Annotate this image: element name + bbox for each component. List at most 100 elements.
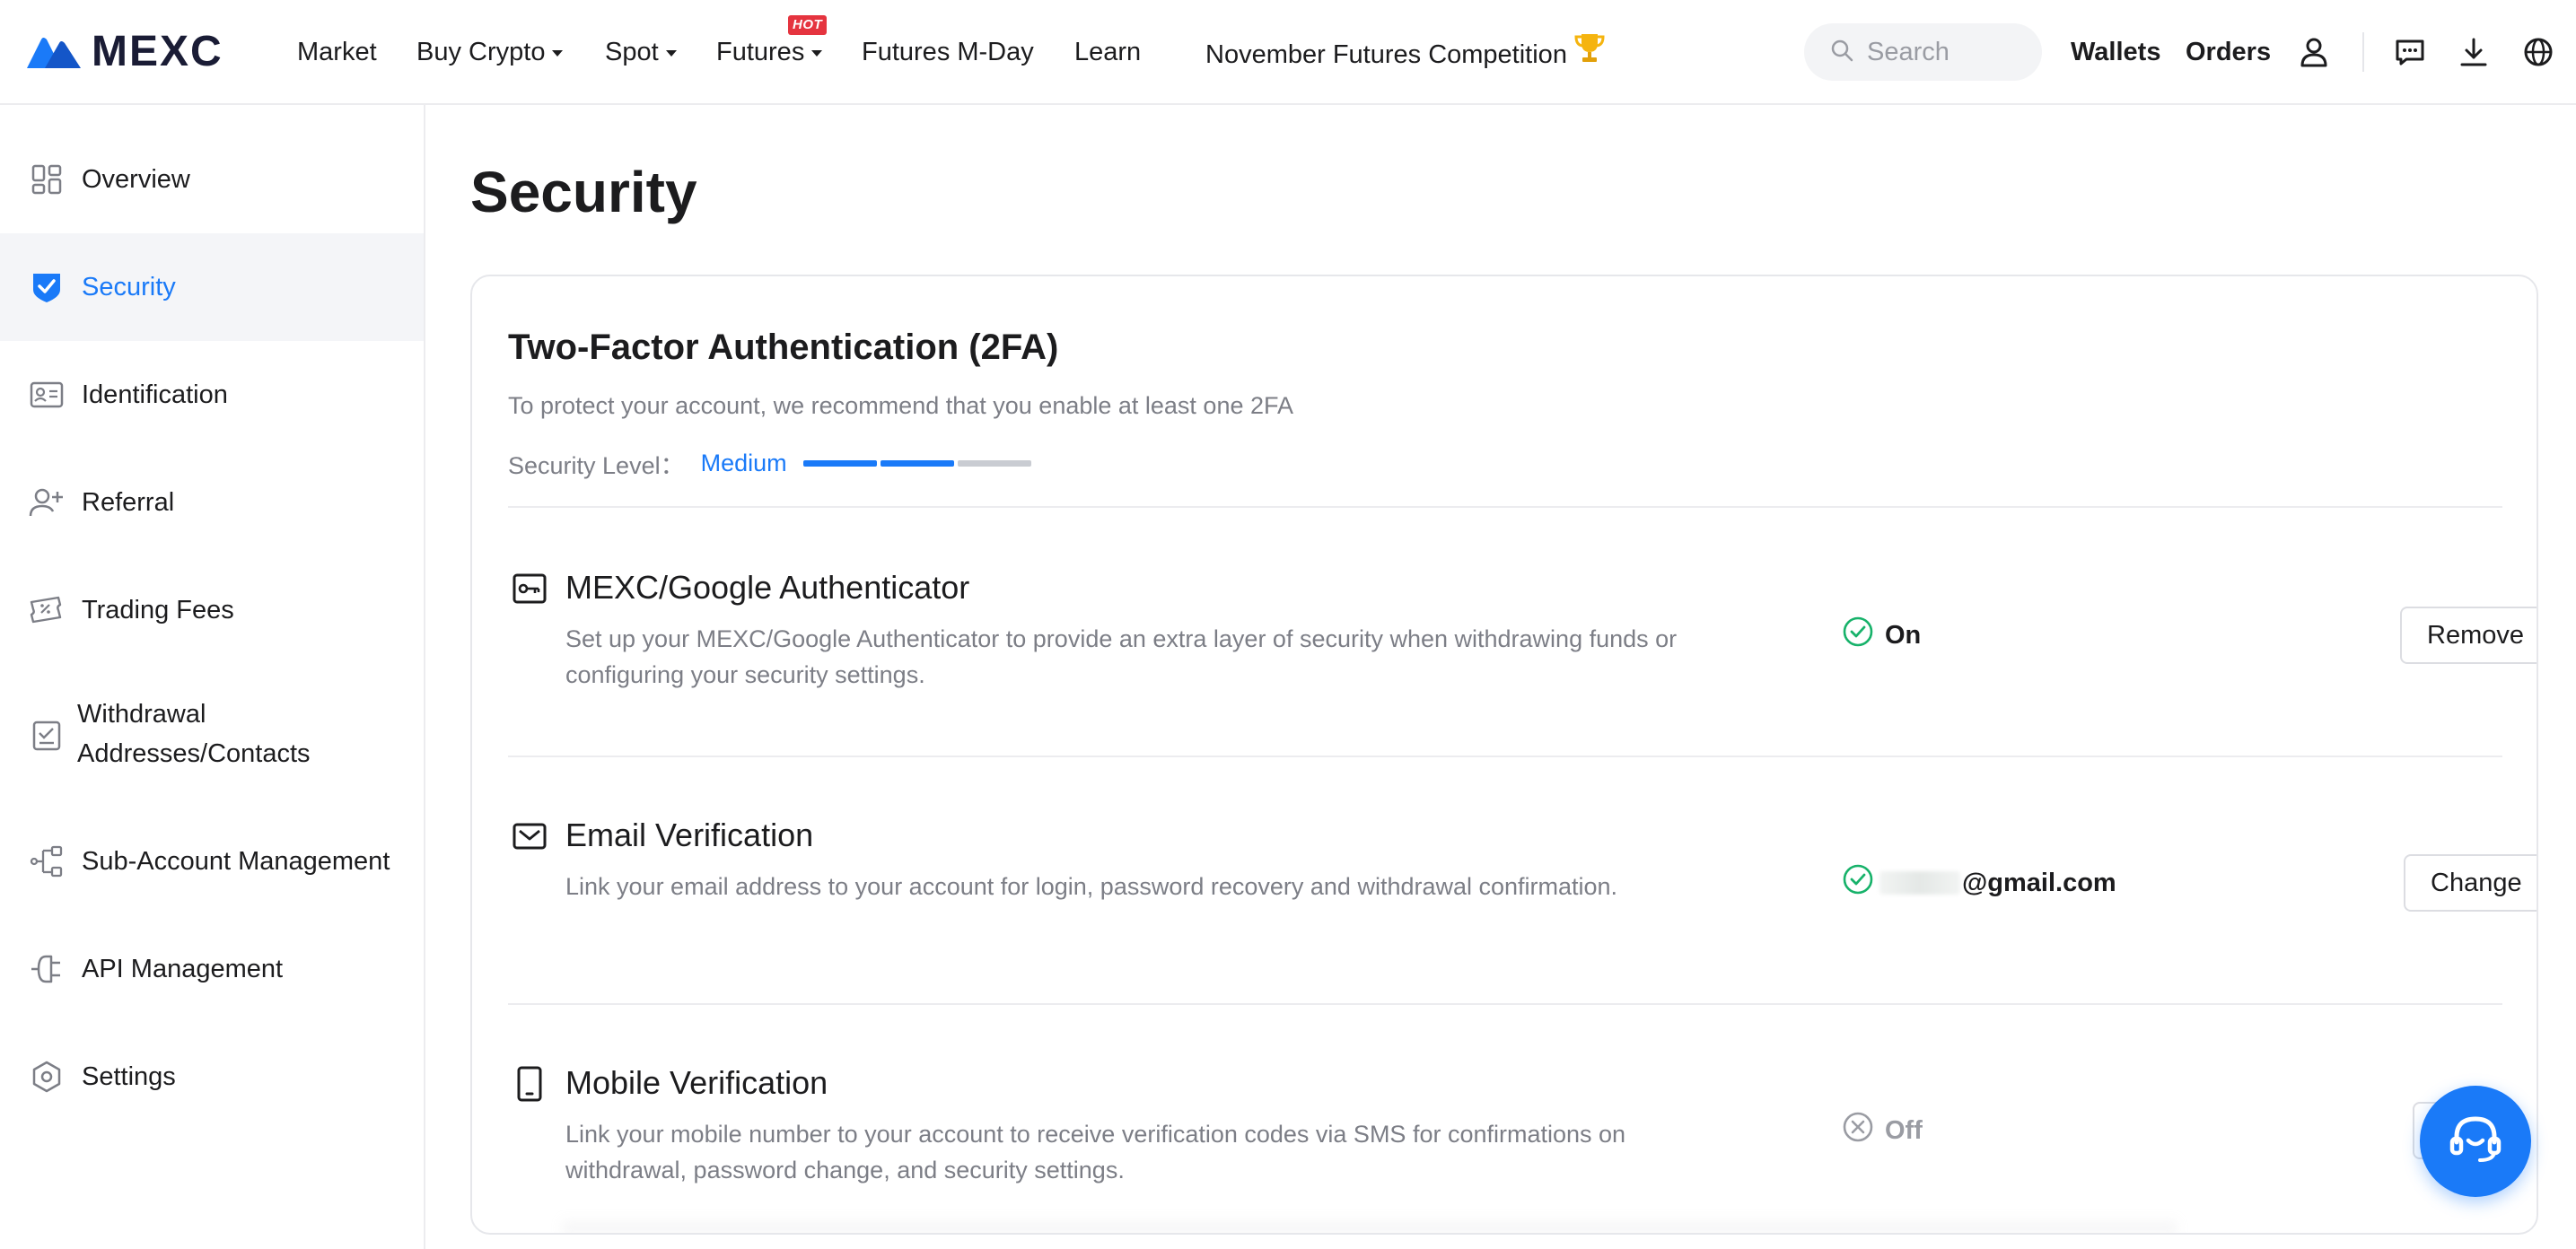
top-navigation: MEXC Market Buy Crypto Spot Futures HOT … bbox=[0, 0, 2576, 105]
security-level-segment bbox=[957, 459, 1031, 467]
status-text: On bbox=[1885, 620, 1922, 650]
security-level-bar bbox=[802, 459, 1031, 467]
search-input[interactable] bbox=[1867, 37, 2028, 67]
sidebar-item-label: Identification bbox=[82, 380, 228, 409]
sidebar-item-sub-account[interactable]: Sub-Account Management bbox=[0, 808, 424, 915]
sidebar-item-label: Settings bbox=[82, 1062, 176, 1091]
search-icon bbox=[1829, 38, 1854, 67]
nav-spot[interactable]: Spot bbox=[605, 31, 677, 74]
remove-authenticator-button[interactable]: Remove bbox=[2400, 607, 2537, 664]
wallets-link[interactable]: Wallets bbox=[2071, 31, 2160, 74]
page-title: Security bbox=[470, 160, 697, 224]
grid-icon bbox=[29, 162, 65, 197]
redacted-email-mask bbox=[1879, 871, 1960, 895]
nav-futures[interactable]: Futures bbox=[716, 31, 823, 74]
chevron-down-icon bbox=[665, 49, 677, 57]
sidebar-item-label: Sub-Account Management bbox=[82, 847, 390, 876]
change-email-button[interactable]: Change bbox=[2404, 854, 2537, 912]
two-factor-title: Two-Factor Authentication (2FA) bbox=[508, 328, 1059, 367]
status-text: Off bbox=[1885, 1115, 1923, 1145]
orders-link[interactable]: Orders bbox=[2186, 31, 2271, 74]
security-level-value: Medium bbox=[700, 449, 787, 476]
id-card-icon bbox=[29, 377, 65, 413]
method-description: Link your email address to your account … bbox=[565, 873, 1618, 900]
sidebar-item-overview[interactable]: Overview bbox=[0, 126, 424, 233]
check-circle-icon bbox=[1842, 616, 1874, 655]
shield-icon bbox=[29, 269, 65, 305]
checklist-icon bbox=[29, 718, 65, 754]
hierarchy-icon bbox=[29, 843, 65, 879]
nav-market[interactable]: Market bbox=[297, 31, 377, 74]
hot-badge: HOT bbox=[788, 15, 828, 35]
globe-icon[interactable] bbox=[2520, 34, 2556, 70]
sidebar-item-trading-fees[interactable]: Trading Fees bbox=[0, 556, 424, 664]
security-level: Security Level： Medium bbox=[508, 443, 1031, 483]
sidebar-item-label: Trading Fees bbox=[82, 596, 234, 624]
user-icon[interactable] bbox=[2296, 34, 2332, 70]
divider bbox=[508, 756, 2502, 757]
status-badge: On bbox=[1842, 616, 1921, 655]
sidebar-item-label: Overview bbox=[82, 165, 190, 194]
search-box[interactable] bbox=[1804, 23, 2042, 81]
divider bbox=[508, 506, 2502, 508]
sidebar-item-label: Referral bbox=[82, 488, 175, 517]
nav-futures-mday-label: Futures M-Day bbox=[862, 38, 1034, 66]
mexc-logo[interactable]: MEXC bbox=[25, 31, 223, 74]
mail-icon bbox=[512, 818, 548, 854]
divider bbox=[508, 1003, 2502, 1005]
customer-support-button[interactable] bbox=[2420, 1086, 2531, 1197]
sidebar-item-identification[interactable]: Identification bbox=[0, 341, 424, 449]
method-title: MEXC/Google Authenticator bbox=[565, 569, 970, 606]
hexagon-gear-icon bbox=[29, 1059, 65, 1095]
scroll-fade bbox=[562, 1217, 2177, 1233]
method-description: Set up your MEXC/Google Authenticator to… bbox=[565, 625, 1678, 688]
method-title: Email Verification bbox=[565, 817, 814, 853]
status-text: @gmail.com bbox=[1962, 868, 2116, 897]
x-circle-icon bbox=[1842, 1111, 1874, 1150]
nav-buy-crypto-label: Buy Crypto bbox=[416, 38, 546, 66]
nav-market-label: Market bbox=[297, 38, 377, 66]
nav-learn-label: Learn bbox=[1074, 38, 1142, 66]
security-level-label: Security Level： bbox=[508, 451, 685, 479]
sidebar-item-label: Security bbox=[82, 273, 176, 301]
sidebar-item-api-management[interactable]: API Management bbox=[0, 915, 424, 1023]
status-badge: @gmail.com bbox=[1842, 863, 2116, 903]
sidebar-item-label: Withdrawal bbox=[77, 700, 206, 729]
download-icon[interactable] bbox=[2456, 34, 2492, 70]
sidebar-item-label-line2: Addresses/Contacts bbox=[77, 739, 311, 768]
method-authenticator: MEXC/Google Authenticator Set up your ME… bbox=[508, 569, 2537, 804]
sidebar-item-security[interactable]: Security bbox=[0, 233, 424, 341]
nav-futures-label: Futures bbox=[716, 38, 805, 66]
nav-divider bbox=[2362, 32, 2364, 72]
nav-futures-mday[interactable]: Futures M-Day bbox=[862, 31, 1034, 74]
two-factor-subtitle: To protect your account, we recommend th… bbox=[508, 392, 1294, 419]
method-mobile: Mobile Verification Link your mobile num… bbox=[508, 1064, 2502, 1233]
method-title: Mobile Verification bbox=[565, 1064, 828, 1101]
sidebar-item-referral[interactable]: Referral bbox=[0, 449, 424, 556]
nav-spot-label: Spot bbox=[605, 38, 659, 66]
sidebar-item-withdrawal-addresses[interactable]: Withdrawal Addresses/Contacts bbox=[0, 664, 424, 808]
chevron-down-icon bbox=[811, 49, 823, 57]
sidebar-item-label: API Management bbox=[82, 955, 284, 983]
two-factor-card: Two-Factor Authentication (2FA) To prote… bbox=[470, 275, 2538, 1235]
method-email: Email Verification Link your email addre… bbox=[508, 817, 2537, 1052]
security-level-segment bbox=[880, 459, 954, 467]
security-level-segment bbox=[802, 459, 877, 467]
method-description: Link your mobile number to your account … bbox=[565, 1121, 1626, 1183]
mexc-logo-icon bbox=[27, 38, 81, 68]
chevron-down-icon bbox=[552, 49, 564, 57]
nav-competition-label: November Futures Competition bbox=[1205, 39, 1567, 69]
ticket-icon bbox=[29, 592, 65, 628]
plug-icon bbox=[29, 951, 65, 987]
sidebar-item-settings[interactable]: Settings bbox=[0, 1023, 424, 1131]
nav-buy-crypto[interactable]: Buy Crypto bbox=[416, 31, 564, 74]
mobile-icon bbox=[512, 1066, 548, 1102]
check-circle-icon bbox=[1842, 863, 1874, 903]
trophy-icon bbox=[1573, 31, 1607, 78]
status-badge: Off bbox=[1842, 1111, 1923, 1150]
headset-icon bbox=[2444, 1108, 2507, 1175]
message-icon[interactable] bbox=[2392, 34, 2428, 70]
nav-learn[interactable]: Learn bbox=[1074, 31, 1141, 74]
user-plus-icon bbox=[29, 485, 65, 520]
nav-november-competition[interactable]: November Futures Competition bbox=[1205, 31, 1607, 78]
